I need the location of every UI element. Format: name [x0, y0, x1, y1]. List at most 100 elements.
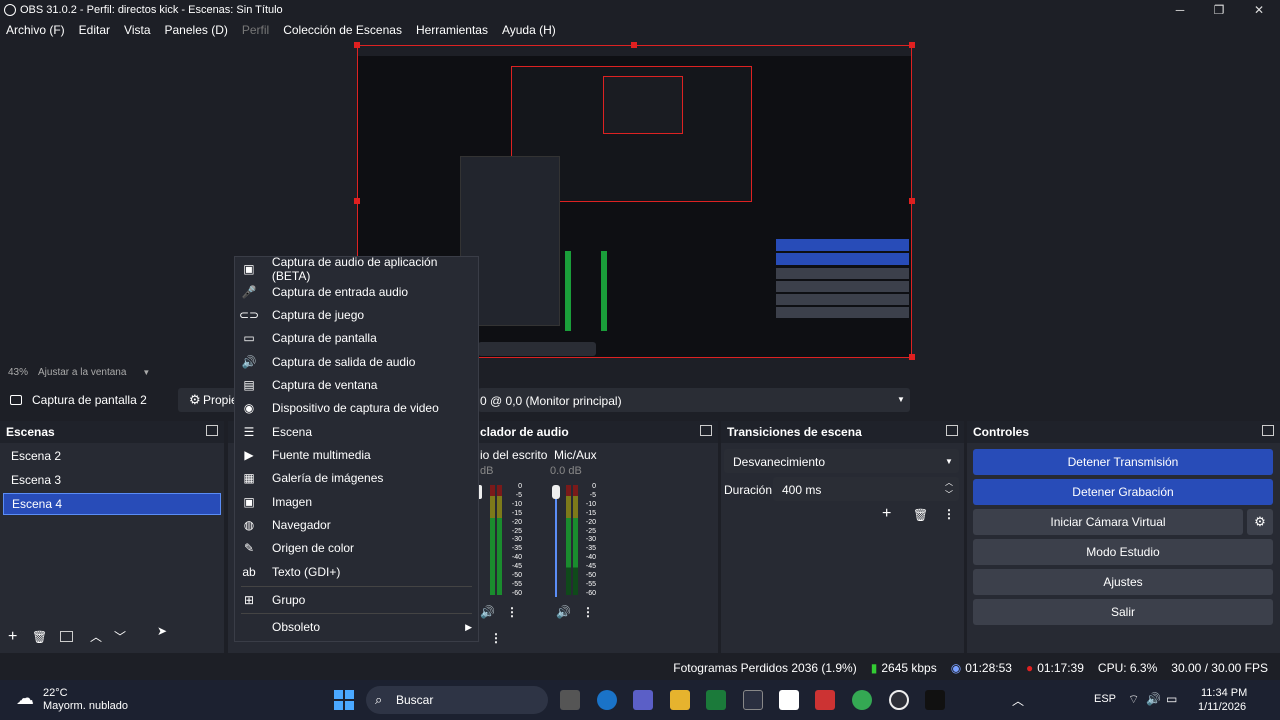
stop-stream-button[interactable]: Detener Transmisión [973, 449, 1273, 475]
wifi-icon[interactable]: ⌔ [1128, 692, 1139, 707]
menu-item[interactable]: ▣ Captura de audio de aplicación (BETA) [235, 255, 478, 283]
transition-menu-icon[interactable]: ⋮ [943, 507, 955, 521]
volume-slider-track[interactable] [555, 499, 557, 597]
menu-item[interactable]: ▭ Captura de pantalla [235, 327, 478, 349]
minimize-button[interactable]: ─ [1160, 0, 1200, 20]
weather-icon[interactable]: ☁ [16, 688, 34, 709]
settings-button[interactable]: Ajustes [973, 569, 1273, 595]
menu-perfil[interactable]: Perfil [242, 23, 269, 37]
undock-icon[interactable] [1262, 425, 1274, 436]
close-button[interactable]: ✕ [1239, 0, 1279, 20]
speaker-icon[interactable]: 🔊 [480, 605, 495, 619]
brush-icon: ✎ [243, 541, 255, 555]
scene-item-selected[interactable]: Escena 4 [3, 493, 221, 515]
channel-db: 0.0 dB [550, 465, 582, 477]
task-view-icon[interactable] [560, 690, 580, 710]
transitions-dock: Transiciones de escena Desvanecimiento ▼… [721, 421, 964, 653]
menu-item[interactable]: ▣ Imagen [235, 491, 478, 513]
battery-icon[interactable]: ▭ [1166, 692, 1177, 706]
scene-filter-icon[interactable] [60, 631, 73, 642]
properties-label: Propie [203, 393, 238, 407]
edge-icon[interactable] [597, 690, 617, 710]
menu-item[interactable]: ✎ Origen de color [235, 537, 478, 559]
add-transition-icon[interactable]: + [882, 505, 891, 523]
menu-paneles[interactable]: Paneles (D) [165, 23, 228, 37]
maximize-button[interactable]: ❐ [1199, 0, 1239, 20]
db-scale-tick: -55 [511, 580, 522, 588]
move-down-icon[interactable]: ﹀ [114, 628, 126, 645]
db-scale-tick: -40 [511, 554, 522, 562]
delete-scene-icon[interactable]: 🗑 [32, 630, 47, 644]
menu-item-group[interactable]: ⊞ Grupo [235, 589, 478, 611]
menu-item[interactable]: ◍ Navegador [235, 514, 478, 536]
clock-date[interactable]: 1/11/2026 [1198, 701, 1246, 713]
menu-editar[interactable]: Editar [79, 23, 110, 37]
menu-item[interactable]: ab Texto (GDI+) [235, 561, 478, 583]
speaker-icon[interactable]: 🔊 [556, 605, 571, 619]
menu-item[interactable]: ▦ Galería de imágenes [235, 467, 478, 489]
menu-item-label: Obsoleto [272, 620, 321, 634]
stepper-down-icon[interactable]: ﹀ [945, 489, 953, 500]
app-icon[interactable] [815, 690, 835, 710]
capcut-icon[interactable] [925, 690, 945, 710]
resize-handle[interactable] [354, 42, 360, 48]
delete-transition-icon[interactable]: 🗑 [913, 508, 928, 522]
chrome-icon[interactable] [852, 690, 872, 710]
scene-item[interactable]: Escena 3 [3, 469, 221, 491]
resize-handle[interactable] [354, 198, 360, 204]
clock-time[interactable]: 11:34 PM [1201, 687, 1247, 699]
menu-archivo[interactable]: Archivo (F) [6, 23, 65, 37]
exit-button[interactable]: Salir [973, 599, 1273, 625]
menu-coleccion[interactable]: Colección de Escenas [283, 23, 402, 37]
scene-item[interactable]: Escena 2 [3, 445, 221, 467]
menu-item[interactable]: 🎤 Captura de entrada audio [235, 281, 478, 303]
store-icon[interactable] [743, 690, 763, 710]
resize-handle[interactable] [909, 354, 915, 360]
menu-ayuda[interactable]: Ayuda (H) [502, 23, 556, 37]
resize-handle[interactable] [631, 42, 637, 48]
menu-item[interactable]: ☰ Escena [235, 421, 478, 443]
chevron-down-icon[interactable]: ▼ [142, 368, 150, 377]
download-icon[interactable] [706, 690, 726, 710]
start-virtual-camera-button[interactable]: Iniciar Cámara Virtual [973, 509, 1243, 535]
chevron-up-icon[interactable]: ︿ [1012, 692, 1024, 709]
chevron-down-icon[interactable]: ▼ [945, 457, 953, 466]
menu-item-obsolete[interactable]: Obsoleto ▶ [235, 616, 478, 638]
undock-icon[interactable] [206, 425, 218, 436]
move-up-icon[interactable]: ︿ [90, 628, 102, 645]
language-indicator[interactable]: ESP [1094, 693, 1116, 705]
resize-handle[interactable] [909, 198, 915, 204]
search-box[interactable] [366, 686, 548, 714]
db-scale: 0 -5 -10 -15 -20 -25 -30 -35 -40 -45 -50 -55 -60 [508, 483, 522, 599]
resize-handle[interactable] [909, 42, 915, 48]
menu-herramientas[interactable]: Herramientas [416, 23, 488, 37]
menu-vista[interactable]: Vista [124, 23, 150, 37]
volume-slider-handle[interactable] [552, 485, 560, 499]
add-scene-icon[interactable]: + [8, 628, 17, 646]
teams-icon[interactable] [633, 690, 653, 710]
stop-recording-button[interactable]: Detener Grabación [973, 479, 1273, 505]
stepper-up-icon[interactable]: ︿ [945, 477, 953, 488]
undock-icon[interactable] [946, 425, 958, 436]
channel-menu-icon[interactable]: ⋮ [582, 605, 594, 619]
menu-item[interactable]: ▶ Fuente multimedia [235, 444, 478, 466]
menu-item[interactable]: ▤ Captura de ventana [235, 374, 478, 396]
file-explorer-icon[interactable] [670, 690, 690, 710]
db-scale-tick: -35 [511, 545, 522, 553]
obs-taskbar-icon[interactable] [889, 690, 909, 710]
youtube-icon[interactable] [779, 690, 799, 710]
scenes-title: Escenas [6, 425, 55, 439]
windows-start-icon[interactable] [334, 690, 354, 710]
menu-item[interactable]: ⊂⊃ Captura de juego [235, 304, 478, 326]
search-label: Buscar [396, 693, 434, 707]
undock-icon[interactable] [700, 425, 712, 436]
studio-mode-button[interactable]: Modo Estudio [973, 539, 1273, 565]
chevron-down-icon[interactable]: ▼ [897, 395, 905, 404]
gear-icon[interactable]: ⚙ [1247, 509, 1273, 535]
fit-window-select[interactable]: Ajustar a la ventana [38, 367, 126, 378]
channel-menu-icon[interactable]: ⋮ [506, 605, 518, 619]
volume-icon[interactable]: 🔊 [1146, 692, 1161, 706]
menu-item[interactable]: 🔊 Captura de salida de audio [235, 351, 478, 373]
mixer-menu-icon[interactable]: ⋮ [490, 631, 502, 645]
menu-item[interactable]: ◉ Dispositivo de captura de video [235, 397, 478, 419]
